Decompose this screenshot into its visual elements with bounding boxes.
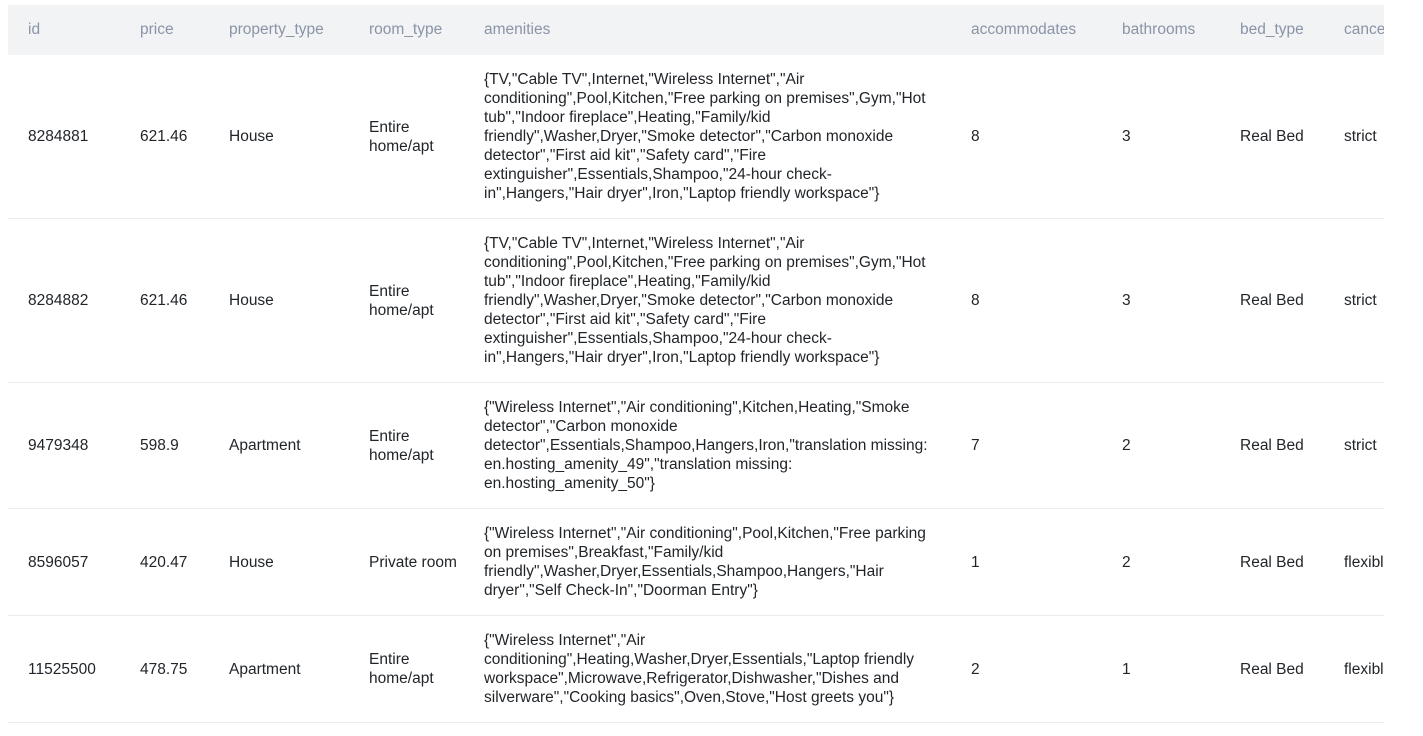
cell-bed-type: Real Bed xyxy=(1240,128,1304,145)
column-header-price[interactable]: price xyxy=(120,5,209,55)
column-header-room-type[interactable]: room_type xyxy=(349,5,464,55)
cell-id: 11525500 xyxy=(28,660,96,678)
cell-bed-type: Real Bed xyxy=(1240,437,1304,454)
cell-accommodates: 8 xyxy=(971,292,980,309)
table-row[interactable]: 8596057 420.47 House Private room {"Wire… xyxy=(8,509,1384,616)
cell-room-type: Entire home/apt xyxy=(369,651,434,687)
cell-property-type: House xyxy=(229,292,274,309)
column-header-property-type[interactable]: property_type xyxy=(209,5,349,55)
cell-property-type: House xyxy=(229,128,274,145)
column-header-bed-type[interactable]: bed_type xyxy=(1220,5,1324,55)
cell-bed-type: Real Bed xyxy=(1240,660,1304,678)
cell-id: 8284881 xyxy=(28,128,89,145)
cell-accommodates: 7 xyxy=(971,437,980,454)
cell-room-type: Entire home/apt xyxy=(369,118,434,155)
cell-room-type: Entire home/apt xyxy=(369,282,434,319)
cell-property-type: House xyxy=(229,553,274,571)
cell-amenities: {"Wireless Internet","Air conditioning",… xyxy=(484,525,926,599)
cell-cancellation-policy: strict xyxy=(1344,292,1377,309)
header-row: id price property_type room_type ameniti… xyxy=(8,5,1384,55)
cell-cancellation-policy: flexible xyxy=(1344,553,1384,571)
cell-id: 8284882 xyxy=(28,292,89,309)
column-header-accommodates[interactable]: accommodates xyxy=(951,5,1102,55)
cell-bathrooms: 3 xyxy=(1122,128,1131,145)
cell-cancellation-policy: flexible xyxy=(1344,660,1384,678)
cell-price: 621.46 xyxy=(140,292,188,309)
cell-amenities: {TV,"Cable TV",Internet,"Wireless Intern… xyxy=(484,71,926,202)
cell-bathrooms: 2 xyxy=(1122,553,1131,571)
column-header-bathrooms[interactable]: bathrooms xyxy=(1102,5,1220,55)
cell-cancellation-policy: strict xyxy=(1344,437,1377,454)
cell-id: 9479348 xyxy=(28,437,89,454)
cell-amenities: {"Wireless Internet","Air conditioning",… xyxy=(484,399,928,492)
cell-property-type: Apartment xyxy=(229,660,301,678)
cell-amenities: {"Wireless Internet","Air conditioning",… xyxy=(484,632,915,706)
cell-price: 598.9 xyxy=(140,437,179,454)
cell-bathrooms: 3 xyxy=(1122,292,1131,309)
column-header-amenities[interactable]: amenities xyxy=(464,5,951,55)
cell-cancellation-policy: strict xyxy=(1344,128,1377,145)
cell-accommodates: 8 xyxy=(971,128,980,145)
cell-accommodates: 1 xyxy=(971,553,980,571)
cell-room-type: Private room xyxy=(369,553,457,571)
cell-price: 478.75 xyxy=(140,660,188,678)
cell-accommodates: 2 xyxy=(971,660,980,678)
data-table: id price property_type room_type ameniti… xyxy=(8,5,1384,723)
column-header-cancellation-policy[interactable]: cancellation_policy xyxy=(1324,5,1384,55)
table-row[interactable]: 8284882 621.46 House Entire home/apt {TV… xyxy=(8,219,1384,383)
cell-bathrooms: 2 xyxy=(1122,437,1131,454)
cell-room-type: Entire home/apt xyxy=(369,427,434,464)
table-row[interactable]: 11525500 478.75 Apartment Entire home/ap… xyxy=(8,616,1384,723)
table-row[interactable]: 8284881 621.46 House Entire home/apt {TV… xyxy=(8,55,1384,219)
cell-price: 420.47 xyxy=(140,553,188,571)
cell-bathrooms: 1 xyxy=(1122,660,1131,678)
column-header-id[interactable]: id xyxy=(8,5,120,55)
cell-amenities: {TV,"Cable TV",Internet,"Wireless Intern… xyxy=(484,235,926,366)
table-row[interactable]: 9479348 598.9 Apartment Entire home/apt … xyxy=(8,383,1384,509)
table-viewport[interactable]: id price property_type room_type ameniti… xyxy=(8,5,1384,736)
cell-bed-type: Real Bed xyxy=(1240,553,1304,571)
cell-id: 8596057 xyxy=(28,553,89,571)
cell-property-type: Apartment xyxy=(229,437,301,454)
cell-price: 621.46 xyxy=(140,128,188,145)
cell-bed-type: Real Bed xyxy=(1240,292,1304,309)
